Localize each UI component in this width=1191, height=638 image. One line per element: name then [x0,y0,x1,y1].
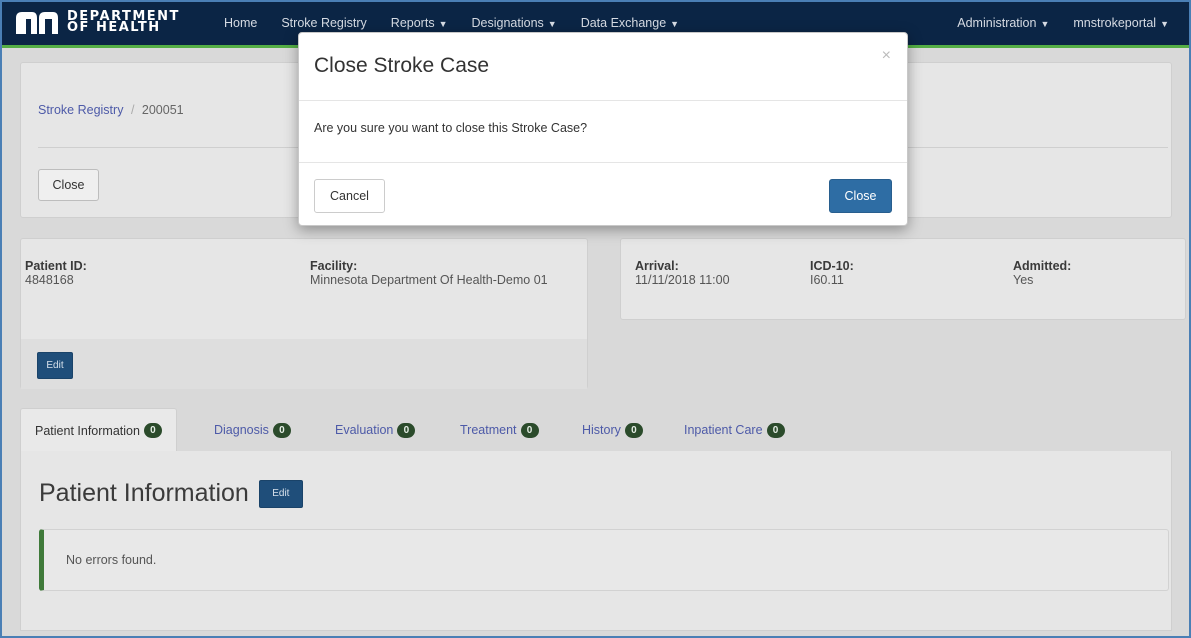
modal-title: Close Stroke Case [314,54,490,77]
modal-body-text: Are you sure you want to close this Stro… [314,121,588,135]
modal-footer: Cancel Close [299,162,907,226]
cancel-button[interactable]: Cancel [314,179,385,213]
confirm-close-button[interactable]: Close [829,179,892,213]
close-icon[interactable]: × [882,47,891,65]
modal-header: Close Stroke Case × [299,33,907,101]
close-case-modal: Close Stroke Case × Are you sure you wan… [298,32,908,226]
